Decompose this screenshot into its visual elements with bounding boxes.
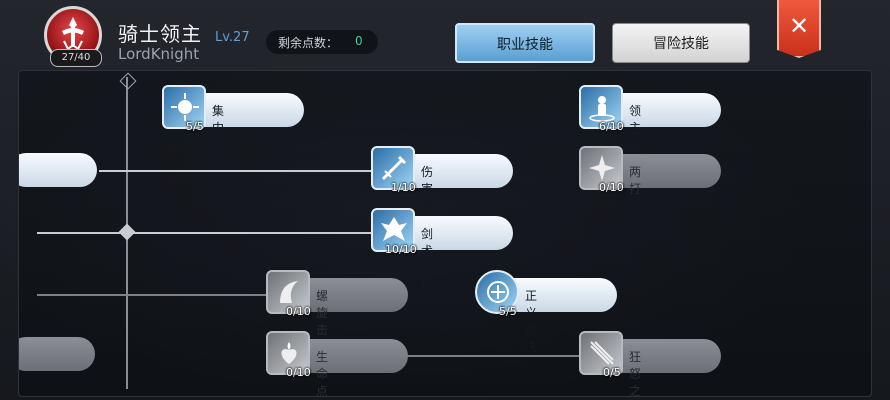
points-value: 0 — [355, 34, 363, 48]
skill-name: 生命点燃 — [316, 350, 329, 397]
close-button[interactable]: ✕ — [777, 0, 821, 58]
tab-job-skills[interactable]: 职业技能 — [455, 23, 595, 63]
skill-level: 6/10 — [599, 120, 624, 133]
skill-tree[interactable]: 集中攻击 5/5 领主光环 6/10 伤害增压 1/10 两打 0/10 剑术格… — [18, 70, 872, 397]
skill-name: 正义裁决 — [525, 289, 538, 354]
skill-level: 0/10 — [599, 181, 624, 194]
class-name: 骑士领主 — [118, 22, 202, 46]
skill-level: 5/5 — [186, 120, 204, 133]
class-name-english: LordKnight — [118, 45, 200, 63]
header: 27/40 骑士领主 Lv.27 LordKnight 剩余点数： 0 职业技能… — [0, 0, 890, 70]
connector — [37, 294, 267, 296]
offscreen-skill-stub[interactable] — [19, 153, 97, 187]
skill-name: 集中攻击 — [212, 104, 225, 169]
remaining-points: 剩余点数： 0 — [266, 30, 378, 54]
skill-level: 0/10 — [286, 305, 311, 318]
skill-level: 0/10 — [286, 366, 311, 379]
job-level-badge: 27/40 — [50, 49, 102, 67]
class-level: Lv.27 — [215, 30, 250, 45]
points-label: 剩余点数： — [278, 36, 339, 50]
skill-level: 10/10 — [385, 243, 417, 256]
skill-level: 0/5 — [603, 366, 621, 379]
connector — [37, 232, 374, 234]
skill-name: 两打 — [629, 165, 642, 196]
connector — [99, 170, 374, 172]
tab-adventure-skills[interactable]: 冒险技能 — [612, 23, 750, 63]
skill-level: 1/10 — [391, 181, 416, 194]
skill-level: 5/5 — [499, 305, 517, 318]
close-icon: ✕ — [788, 12, 810, 40]
connector — [407, 355, 582, 357]
skill-name: 狂怒之枪 — [629, 350, 642, 397]
offscreen-skill-stub[interactable] — [19, 337, 95, 371]
axis-cap — [119, 72, 137, 90]
skill-name: 剑术格挡 — [421, 227, 434, 292]
